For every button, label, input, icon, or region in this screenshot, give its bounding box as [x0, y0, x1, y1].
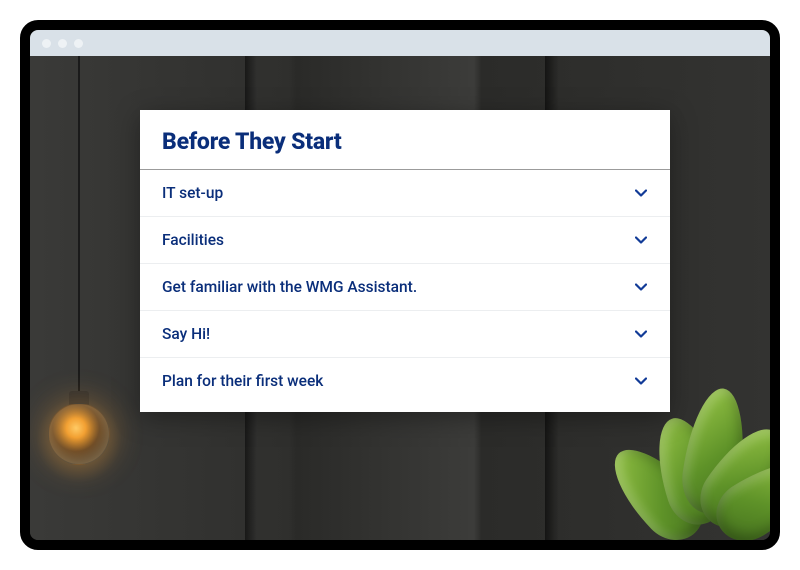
accordion-label: Say Hi!: [162, 325, 210, 343]
chevron-down-icon: [634, 327, 648, 341]
chevron-down-icon: [634, 233, 648, 247]
lamp-cord: [78, 56, 80, 396]
accordion-label: IT set-up: [162, 184, 223, 202]
browser-window: Before They Start IT set-up Facilities G…: [20, 20, 780, 550]
accordion-item-facilities[interactable]: Facilities: [140, 217, 670, 264]
lamp-bulb: [48, 391, 110, 469]
chevron-down-icon: [634, 280, 648, 294]
accordion-label: Facilities: [162, 231, 224, 249]
accordion-item-first-week[interactable]: Plan for their first week: [140, 358, 670, 404]
window-control-maximize[interactable]: [74, 39, 83, 48]
chevron-down-icon: [634, 186, 648, 200]
accordion-label: Plan for their first week: [162, 372, 323, 390]
card-title: Before They Start: [140, 110, 670, 170]
chevron-down-icon: [634, 374, 648, 388]
accordion-label: Get familiar with the WMG Assistant.: [162, 278, 417, 296]
accordion-item-wmg-assistant[interactable]: Get familiar with the WMG Assistant.: [140, 264, 670, 311]
page-viewport: Before They Start IT set-up Facilities G…: [30, 56, 770, 540]
browser-titlebar: [30, 30, 770, 56]
window-control-close[interactable]: [42, 39, 51, 48]
accordion-item-it-setup[interactable]: IT set-up: [140, 170, 670, 217]
onboarding-card: Before They Start IT set-up Facilities G…: [140, 110, 670, 412]
accordion-item-say-hi[interactable]: Say Hi!: [140, 311, 670, 358]
window-control-minimize[interactable]: [58, 39, 67, 48]
